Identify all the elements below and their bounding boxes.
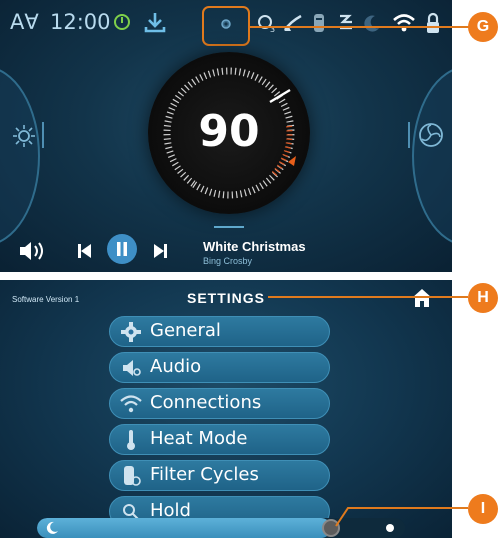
brightness-slider-fill [37, 518, 331, 538]
previous-track-icon[interactable] [78, 243, 92, 259]
light-icon[interactable] [10, 122, 38, 150]
home-icon [412, 289, 432, 307]
callout-h-line [268, 296, 468, 298]
home-button[interactable] [408, 285, 436, 311]
menu-label-general: General [150, 320, 221, 341]
left-panel-arc[interactable] [0, 66, 40, 246]
menu-label-audio: Audio [150, 356, 202, 377]
menu-label-heat-mode: Heat Mode [150, 428, 248, 449]
clock-time: 12:00 [50, 10, 111, 34]
callout-g: G [468, 12, 498, 42]
pause-button[interactable] [107, 234, 137, 264]
menu-item-heat-mode[interactable]: Heat Mode [109, 424, 330, 455]
callout-i-line [335, 507, 468, 527]
track-title: White Christmas [203, 239, 306, 254]
menu-label-filter-cycles: Filter Cycles [150, 464, 259, 485]
right-panel-handle [408, 122, 410, 148]
wifi-icon [118, 392, 144, 416]
brush-icon[interactable] [282, 12, 304, 34]
menu-label-connections: Connections [150, 392, 262, 413]
next-track-icon[interactable] [153, 243, 167, 259]
lines-icon[interactable] [336, 12, 356, 34]
wifi-icon[interactable] [392, 12, 416, 34]
callout-i: I [468, 494, 498, 524]
menu-item-general[interactable]: General [109, 316, 330, 347]
menu-item-connections[interactable]: Connections [109, 388, 330, 419]
moon-icon [45, 521, 59, 535]
pause-icon [117, 242, 127, 256]
home-screen: A∀ 12:00 3 90 White Christmas Bing Crosb… [0, 0, 452, 272]
track-artist: Bing Crosby [203, 256, 253, 266]
gear-icon [118, 320, 144, 344]
callout-h: H [468, 283, 498, 313]
filter-icon [118, 464, 144, 488]
status-bar: A∀ 12:00 3 [0, 0, 452, 46]
left-panel-handle [42, 122, 44, 148]
menu-item-filter-cycles[interactable]: Filter Cycles [109, 460, 330, 491]
filter-icon[interactable] [310, 11, 328, 35]
lock-icon[interactable] [424, 11, 442, 35]
callout-g-line [250, 26, 470, 28]
ozone-icon[interactable]: 3 [256, 12, 276, 34]
moon-icon[interactable] [362, 12, 382, 34]
current-temperature: 90 [198, 106, 260, 157]
thermometer-icon [118, 428, 144, 452]
auto-mode-label: A∀ [10, 10, 39, 34]
speaker-icon [118, 356, 144, 380]
page-title: SETTINGS [186, 290, 265, 306]
jets-icon[interactable] [416, 120, 446, 150]
power-icon[interactable] [112, 12, 132, 32]
menu-item-audio[interactable]: Audio [109, 352, 330, 383]
download-icon[interactable] [142, 9, 168, 35]
right-panel-arc[interactable] [412, 66, 452, 246]
gear-icon[interactable] [216, 14, 236, 34]
volume-icon[interactable] [18, 238, 48, 264]
